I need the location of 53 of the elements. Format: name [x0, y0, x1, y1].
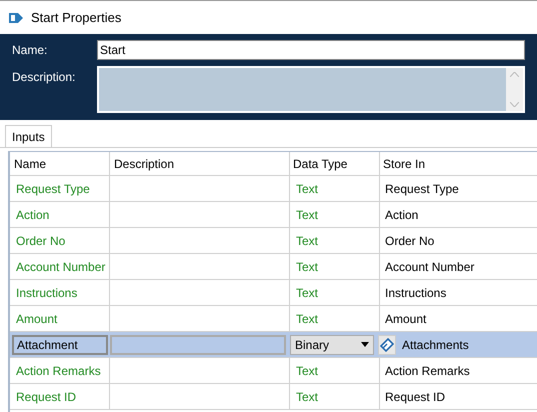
table-cell: Action Remarks [10, 358, 110, 383]
table-cell: Text [290, 306, 380, 331]
table-row[interactable]: Amount Text Amount [10, 306, 537, 332]
scroll-down-icon [510, 102, 519, 107]
scroll-up-icon [510, 72, 519, 77]
description-field[interactable] [97, 66, 525, 113]
table-cell: Instructions [10, 280, 110, 305]
column-header[interactable]: Name [10, 152, 110, 175]
table-row[interactable]: Request ID Text Request ID [10, 384, 537, 410]
name-label: Name: [12, 42, 48, 59]
description-label: Description: [12, 69, 76, 86]
table-cell: Request ID [10, 384, 110, 409]
table-row[interactable]: Account Number Text Account Number [10, 254, 537, 280]
tab[interactable]: Inputs [5, 125, 52, 147]
table-row[interactable]: Action Text Action [10, 202, 537, 228]
table-cell: Text [290, 202, 380, 227]
name-field[interactable]: Start [97, 40, 525, 60]
table-row[interactable]: Order No Text Order No [10, 228, 537, 254]
table-row[interactable]: Attachment Binary Attachments [10, 332, 537, 358]
table-cell-text: Action Remarks [384, 362, 470, 380]
description-input[interactable] [110, 334, 286, 354]
table-cell: Text [290, 384, 380, 409]
table-cell-text: Order No [384, 232, 434, 250]
table-cell: Text [290, 358, 380, 383]
eraser-icon [380, 338, 394, 352]
table-cell: Text [290, 176, 380, 201]
table-cell: Amount [10, 306, 110, 331]
app-logo-icon [9, 12, 23, 24]
eraser-button[interactable] [378, 334, 396, 354]
table-cell: Text [290, 280, 380, 305]
column-header[interactable]: Store In [380, 152, 426, 175]
table-cell: Text [290, 228, 380, 253]
table-cell-text: Instructions [384, 284, 446, 302]
table-cell-text: Attachments [402, 336, 469, 354]
name-input[interactable]: Attachment [12, 334, 108, 354]
table-cell: Order No [10, 228, 110, 253]
table-cell-text: Account Number [384, 258, 474, 276]
table-cell-text: Action [384, 206, 418, 224]
table-cell-text: Request Type [384, 180, 459, 198]
table-row[interactable]: Instructions Text Instructions [10, 280, 537, 306]
table-cell-text: Amount [384, 310, 426, 328]
table-cell-text: Request ID [384, 388, 446, 406]
table-row[interactable]: Request Type Text Request Type [10, 176, 537, 202]
table-cell: Text [290, 254, 380, 279]
window-title: Start Properties [31, 8, 122, 27]
data-type-dropdown[interactable]: Binary [290, 334, 374, 354]
table-cell: Action [10, 202, 110, 227]
table-cell: Request Type [10, 176, 110, 201]
column-header[interactable]: Data Type [290, 152, 380, 175]
table-row[interactable]: Action Remarks Text Action Remarks [10, 358, 537, 384]
column-header[interactable]: Description [110, 152, 290, 175]
dropdown-arrow-icon [361, 342, 369, 347]
table-cell: Account Number [10, 254, 110, 279]
